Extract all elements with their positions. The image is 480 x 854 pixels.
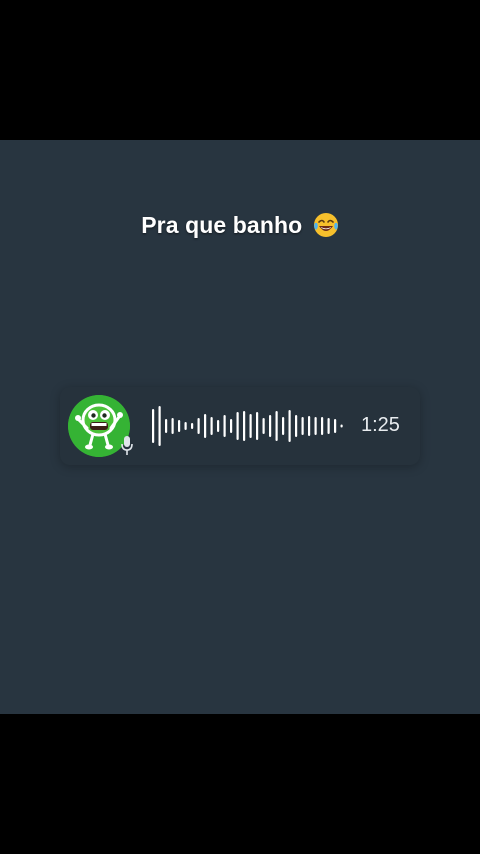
face-with-tears-of-joy-icon (313, 212, 339, 238)
waveform-bar (314, 417, 317, 435)
waveform-bar (340, 424, 343, 428)
waveform-bar (230, 419, 233, 433)
waveform-bar (197, 418, 200, 434)
waveform-bar (301, 417, 304, 435)
waveform-bar (262, 418, 265, 434)
waveform-bar (217, 420, 220, 432)
waveform-bar (204, 414, 207, 438)
screen: Pra que banho 1:25 (0, 0, 480, 854)
waveform-bar (184, 422, 187, 430)
waveform-bar (256, 412, 259, 440)
waveform-bar (282, 417, 285, 435)
waveform-bar (158, 406, 161, 446)
waveform-bar (321, 417, 324, 435)
waveform-bar (308, 416, 311, 436)
waveform-bar (295, 415, 298, 437)
waveform-bar (165, 419, 168, 433)
waveform-bar (210, 417, 213, 435)
caption: Pra que banho (0, 212, 480, 239)
microphone-icon (120, 435, 134, 457)
waveform-bar (288, 410, 291, 442)
waveform-bar (249, 414, 252, 438)
duration-label: 1:25 (361, 414, 400, 436)
waveform-bar (334, 419, 337, 433)
video-frame: Pra que banho 1:25 (0, 140, 480, 714)
voice-message-bubble[interactable]: 1:25 (60, 387, 420, 465)
caption-text: Pra que banho (141, 212, 303, 238)
waveform-bar (275, 411, 278, 441)
waveform-bar (191, 423, 194, 429)
audio-waveform[interactable] (150, 406, 346, 446)
waveform-bar (327, 418, 330, 434)
waveform-bar (178, 420, 181, 432)
waveform-bar (171, 418, 174, 434)
avatar-container (68, 395, 133, 457)
waveform-bar (269, 415, 272, 437)
waveform-bar (243, 411, 246, 441)
waveform-bar (152, 409, 155, 443)
waveform-bar (236, 412, 239, 440)
waveform-bar (223, 415, 226, 437)
